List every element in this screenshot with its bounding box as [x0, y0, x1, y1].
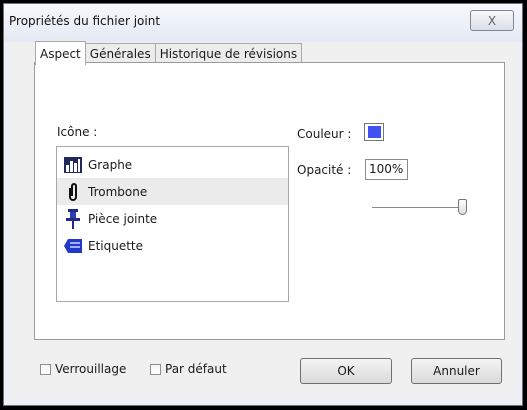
list-item-graph[interactable]: Graphe	[57, 151, 288, 178]
list-item-label: Graphe	[88, 157, 133, 172]
icon-list[interactable]: Graphe Trombone Pièce jointe Etiquette	[56, 146, 289, 302]
color-swatch	[367, 126, 381, 138]
paperclip-icon	[63, 182, 83, 202]
ok-button[interactable]: OK	[300, 358, 392, 384]
tab-revision-history[interactable]: Historique de révisions	[154, 43, 303, 64]
tab-aspect[interactable]: Aspect	[35, 41, 86, 65]
tab-revision-history-label: Historique de révisions	[159, 47, 298, 61]
tag-icon	[63, 236, 83, 256]
opacity-field[interactable]: 100%	[365, 159, 408, 180]
default-label: Par défaut	[165, 362, 227, 376]
lock-checkbox[interactable]	[40, 363, 51, 375]
list-item-paperclip[interactable]: Trombone	[57, 178, 288, 205]
opacity-slider-thumb[interactable]	[457, 199, 467, 215]
dialog-title: Propriétés du fichier joint	[9, 14, 161, 28]
tab-aspect-label: Aspect	[40, 46, 81, 61]
tab-strip: Aspect Générales Historique de révisions	[35, 41, 303, 65]
list-item-tag[interactable]: Etiquette	[57, 232, 288, 259]
list-item-label: Etiquette	[88, 238, 144, 253]
attachment-properties-dialog: Propriétés du fichier joint X Aspect Gén…	[3, 3, 523, 406]
opacity-label: Opacité :	[297, 163, 352, 177]
pushpin-icon	[63, 208, 83, 229]
icon-label: Icône :	[57, 125, 98, 139]
bar-chart-icon	[63, 155, 83, 175]
list-item-label: Pièce jointe	[88, 211, 158, 226]
lock-option[interactable]: Verrouillage	[40, 362, 126, 376]
default-option[interactable]: Par défaut	[150, 362, 227, 376]
color-picker-button[interactable]	[364, 123, 384, 141]
color-label: Couleur :	[297, 127, 352, 141]
tab-general-label: Générales	[89, 47, 151, 61]
close-button[interactable]: X	[470, 10, 514, 31]
list-item-attachment[interactable]: Pièce jointe	[57, 205, 288, 232]
aspect-panel: Icône : Graphe Trombone Pièce jointe Eti…	[34, 62, 505, 340]
lock-label: Verrouillage	[55, 362, 127, 376]
close-icon: X	[487, 13, 497, 28]
cancel-button[interactable]: Annuler	[411, 358, 502, 384]
list-item-label: Trombone	[88, 184, 148, 199]
tab-general[interactable]: Générales	[84, 43, 156, 64]
title-bar: Propriétés du fichier joint X	[4, 4, 522, 42]
default-checkbox[interactable]	[150, 363, 161, 375]
opacity-slider-track[interactable]	[372, 207, 462, 209]
